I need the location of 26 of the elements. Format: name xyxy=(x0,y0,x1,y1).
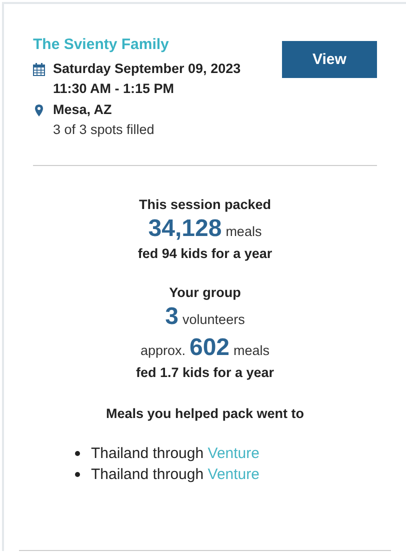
map-pin-icon xyxy=(33,104,45,117)
event-title: The Svienty Family xyxy=(33,36,170,53)
meals-unit: meals xyxy=(234,343,270,358)
volunteer-count: 3 xyxy=(165,303,179,331)
partner-link[interactable]: Venture xyxy=(208,466,260,483)
group-meal-count: 602 xyxy=(189,334,230,362)
session-impact: fed 94 kids for a year xyxy=(138,246,272,261)
view-button[interactable]: View xyxy=(282,41,377,78)
group-heading: Your group xyxy=(169,285,241,300)
volunteers-unit: volunteers xyxy=(182,312,245,327)
partner-link[interactable]: Venture xyxy=(208,445,260,462)
group-impact: fed 1.7 kids for a year xyxy=(136,365,274,380)
destinations-heading: Meals you helped pack went to xyxy=(106,406,304,421)
destination-text: Thailand through Venture xyxy=(91,445,260,462)
meals-unit: meals xyxy=(226,224,262,239)
calendar-icon xyxy=(33,63,45,76)
destination-text: Thailand through Venture xyxy=(91,466,260,483)
spots-filled: 3 of 3 spots filled xyxy=(53,122,154,137)
event-date: Saturday September 09, 2023 xyxy=(53,61,241,76)
bullet-icon xyxy=(75,451,80,456)
session-heading: This session packed xyxy=(138,197,272,212)
event-location: Mesa, AZ xyxy=(53,102,113,117)
meal-count: 34,128 xyxy=(148,215,222,243)
bullet-icon xyxy=(75,472,80,477)
event-time: 11:30 AM - 1:15 PM xyxy=(53,81,176,96)
approx-label: approx. xyxy=(140,343,186,358)
